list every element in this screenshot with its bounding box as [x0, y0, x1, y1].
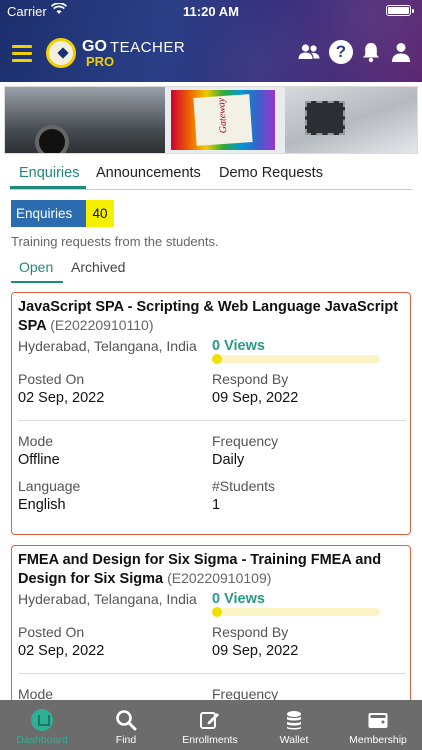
card-location: Hyderabad, Telangana, India	[18, 591, 197, 607]
app-logo: GO TEACHER PRO	[46, 38, 196, 72]
nav-enrollments[interactable]: Enrollments	[168, 700, 252, 750]
respond-by-label: Respond By	[212, 371, 289, 387]
language-label: Language	[18, 478, 81, 494]
mode-label: Mode	[18, 433, 54, 449]
banner-chip-image	[285, 87, 417, 153]
bottom-nav: Dashboard Find Enrollments Wallet Member…	[0, 700, 422, 750]
respond-by-value: 09 Sep, 2022	[212, 390, 299, 406]
nav-label: Dashboard	[16, 734, 68, 746]
enquiry-card[interactable]: JavaScript SPA - Scripting & Web Languag…	[11, 292, 411, 535]
nav-label: Find	[115, 734, 137, 746]
logo-mark-icon	[46, 38, 76, 68]
logo-pro: PRO	[86, 54, 115, 69]
frequency-value: Daily	[212, 452, 245, 468]
posted-on-value: 02 Sep, 2022	[18, 390, 105, 406]
card-divider	[18, 420, 406, 421]
tab-announcements[interactable]: Announcements	[96, 165, 201, 181]
enquiries-count-badge: 40	[86, 200, 114, 227]
subtab-archived[interactable]: Archived	[71, 259, 125, 275]
nav-membership[interactable]: Membership	[336, 700, 420, 750]
status-time: 11:20 AM	[183, 4, 239, 19]
main-tabs: Enquiries Announcements Demo Requests	[10, 160, 412, 190]
enquiries-count-label: Enquiries	[11, 200, 86, 227]
status-bar: Carrier 11:20 AM	[0, 0, 422, 22]
posted-on-value: 02 Sep, 2022	[18, 643, 105, 659]
card-views: 0 Views	[212, 338, 265, 354]
card-code: (E20220910109)	[167, 570, 272, 586]
card-title: FMEA and Design for Six Sigma - Training…	[18, 551, 406, 588]
enquiry-list[interactable]: JavaScript SPA - Scripting & Web Languag…	[0, 292, 422, 700]
card-title: JavaScript SPA - Scripting & Web Languag…	[18, 298, 406, 335]
edit-icon	[200, 712, 219, 729]
views-progress-bar	[212, 607, 380, 617]
nav-find[interactable]: Find	[84, 700, 168, 750]
card-divider	[18, 673, 406, 674]
banner-car-image	[5, 87, 165, 153]
nav-label: Wallet	[279, 734, 309, 746]
active-subtab-indicator	[11, 281, 63, 283]
respond-by-value: 09 Sep, 2022	[212, 643, 299, 659]
coins-icon	[287, 711, 301, 730]
nav-wallet[interactable]: Wallet	[252, 700, 336, 750]
battery-icon	[386, 5, 414, 16]
logo-teacher: TEACHER	[110, 39, 186, 56]
search-icon	[116, 710, 137, 731]
users-icon[interactable]	[297, 40, 321, 64]
active-tab-indicator	[10, 186, 86, 189]
respond-by-label: Respond By	[212, 624, 289, 640]
tab-demo-requests[interactable]: Demo Requests	[219, 165, 323, 181]
profile-icon[interactable]	[389, 40, 413, 64]
nav-dashboard[interactable]: Dashboard	[0, 700, 84, 750]
bell-icon[interactable]	[359, 40, 383, 64]
menu-icon[interactable]	[12, 45, 32, 62]
card-views: 0 Views	[212, 591, 265, 607]
card-code: (E20220910110)	[50, 317, 154, 333]
home-icon	[31, 709, 53, 731]
banner-board-image: Gateway	[171, 90, 275, 150]
promo-banner[interactable]: Gateway	[4, 86, 418, 154]
enquiry-card[interactable]: FMEA and Design for Six Sigma - Training…	[11, 545, 411, 700]
enquiries-subtitle: Training requests from the students.	[11, 234, 219, 249]
posted-on-label: Posted On	[18, 624, 85, 640]
students-value: 1	[212, 497, 221, 513]
wallet-icon	[368, 713, 388, 728]
students-label: #Students	[212, 478, 276, 494]
tab-enquiries[interactable]: Enquiries	[19, 165, 79, 181]
nav-label: Membership	[349, 734, 407, 746]
views-progress-bar	[212, 354, 380, 364]
nav-label: Enrollments	[182, 734, 238, 746]
mode-value: Offline	[18, 452, 60, 468]
banner-board-text: Gateway	[215, 97, 230, 134]
app-header: Carrier 11:20 AM GO TEACHER PRO ?	[0, 0, 422, 82]
subtab-open[interactable]: Open	[19, 259, 53, 275]
mode-label: Mode	[18, 686, 54, 700]
frequency-label: Frequency	[212, 686, 279, 700]
frequency-label: Frequency	[212, 433, 279, 449]
language-value: English	[18, 497, 66, 513]
posted-on-label: Posted On	[18, 371, 85, 387]
help-icon[interactable]: ?	[329, 40, 353, 64]
enquiry-subtabs: Open Archived	[11, 256, 141, 284]
card-location: Hyderabad, Telangana, India	[18, 338, 197, 354]
